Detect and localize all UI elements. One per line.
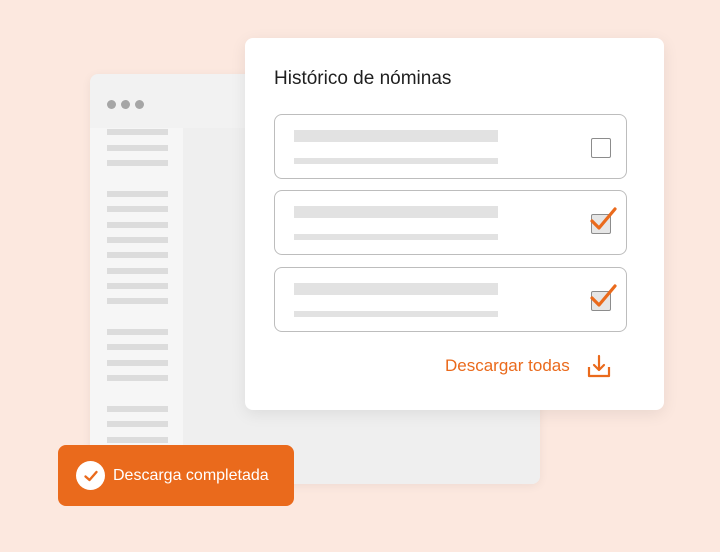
payroll-row[interactable] — [274, 267, 627, 332]
row-checkbox[interactable] — [591, 138, 611, 158]
checkmark-icon — [590, 284, 617, 307]
window-dot — [121, 100, 130, 109]
sidebar-placeholder-line — [107, 206, 168, 212]
toast-message: Descarga completada — [113, 466, 269, 484]
download-icon — [587, 354, 610, 378]
row-title-placeholder — [294, 283, 498, 295]
row-checkbox[interactable] — [590, 207, 617, 234]
download-all-button[interactable]: Descargar todas — [445, 354, 611, 378]
payroll-row[interactable] — [274, 190, 627, 255]
window-dot — [135, 100, 144, 109]
sidebar-placeholder-line — [107, 375, 168, 381]
check-circle-icon — [76, 461, 105, 490]
download-all-label: Descargar todas — [445, 356, 570, 375]
window-dot — [107, 100, 116, 109]
sidebar-placeholder-line — [107, 406, 168, 412]
sidebar-placeholder-line — [107, 283, 168, 289]
checkmark-icon — [590, 207, 617, 230]
window-sidebar — [90, 128, 183, 484]
sidebar-placeholder-line — [107, 421, 168, 427]
row-subtitle-placeholder — [294, 158, 498, 164]
sidebar-placeholder-line — [107, 129, 168, 135]
sidebar-placeholder-line — [107, 360, 168, 366]
sidebar-placeholder-line — [107, 268, 168, 274]
sidebar-placeholder-line — [107, 237, 168, 243]
download-complete-toast: Descarga completada — [58, 445, 294, 506]
sidebar-placeholder-line — [107, 344, 168, 350]
row-title-placeholder — [294, 130, 498, 142]
sidebar-placeholder-line — [107, 145, 168, 151]
card-title: Histórico de nóminas — [274, 68, 452, 89]
sidebar-placeholder-line — [107, 329, 168, 335]
payroll-row[interactable] — [274, 114, 627, 179]
sidebar-placeholder-line — [107, 437, 168, 443]
payroll-history-card: Histórico de nóminas Descargar todas — [245, 38, 664, 410]
sidebar-placeholder-line — [107, 252, 168, 258]
row-subtitle-placeholder — [294, 234, 498, 240]
sidebar-placeholder-line — [107, 191, 168, 197]
sidebar-placeholder-line — [107, 160, 168, 166]
sidebar-placeholder-line — [107, 298, 168, 304]
row-subtitle-placeholder — [294, 311, 498, 317]
sidebar-placeholder-line — [107, 222, 168, 228]
row-checkbox[interactable] — [590, 284, 617, 311]
row-title-placeholder — [294, 206, 498, 218]
